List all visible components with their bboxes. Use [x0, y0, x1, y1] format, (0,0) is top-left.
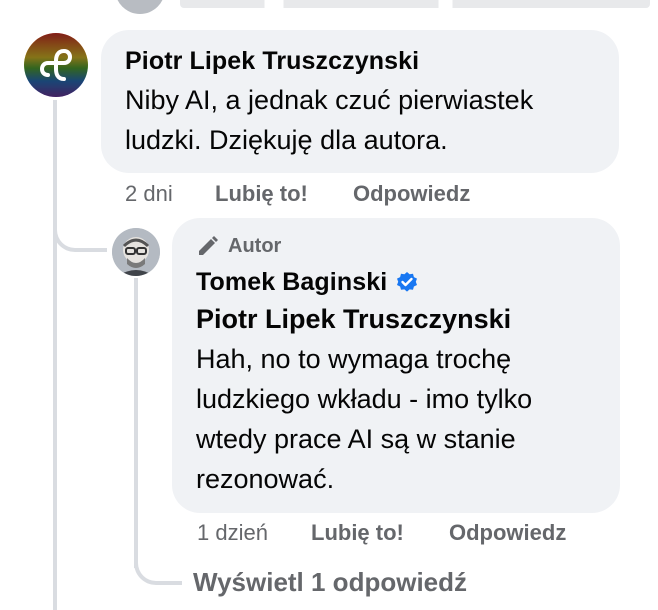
author-badge: Autor [196, 234, 281, 258]
reply-author-row: Tomek Baginski [196, 268, 419, 297]
piotr-avatar[interactable] [24, 33, 88, 97]
comment-like-button[interactable]: Lubię to! [215, 181, 308, 206]
pencil-icon [199, 236, 218, 255]
verified-badge-icon [397, 271, 418, 292]
thread-line-main [53, 100, 57, 610]
view-replies-link[interactable]: Wyświetl 1 odpowiedź [193, 567, 467, 598]
reply-author[interactable]: Tomek Baginski [196, 268, 387, 297]
reply-text-line-1: Hah, no to wymaga trochę [196, 344, 512, 374]
mention-link[interactable]: Piotr Lipek Truszczynski [196, 304, 511, 335]
comment-timestamp[interactable]: 2 dni [125, 181, 173, 206]
reply-timestamp[interactable]: 1 dzień [197, 520, 268, 545]
reply-text-line-4: rezonować. [196, 464, 335, 494]
reply-text-line-3: wtedy prace AI są w stanie [196, 424, 516, 454]
comment-text-line-2: ludzki. Dziękuję dla autora. [125, 125, 448, 155]
thread-connector-reply [53, 222, 107, 252]
tomek-avatar[interactable] [112, 228, 160, 276]
author-badge-label: Autor [228, 234, 282, 257]
thread-connector-view-replies [134, 555, 182, 585]
comment-bubble[interactable]: Piotr Lipek Truszczynski Niby AI, a jedn… [101, 30, 619, 173]
reply-like-button[interactable]: Lubię to! [311, 520, 404, 545]
app-logo-icon [24, 33, 88, 97]
comment-author[interactable]: Piotr Lipek Truszczynski [125, 47, 419, 76]
comment-reply-button[interactable]: Odpowiedz [353, 181, 470, 206]
comment-text-line-1: Niby AI, a jednak czuć pierwiastek [125, 85, 534, 115]
reply-reply-button[interactable]: Odpowiedz [449, 520, 566, 545]
reply-text-line-2: ludzkiego wkładu - imo tylko [196, 384, 533, 414]
previous-comment-avatar[interactable] [115, 0, 165, 14]
user-avatar [112, 228, 160, 276]
thread-line-reply [134, 278, 138, 568]
previous-comment-fragment [180, 0, 650, 8]
reply-bubble[interactable]: Autor Tomek Baginski Piotr Lipek Truszcz… [172, 218, 620, 513]
comment-actions: 2 dni [125, 181, 173, 207]
